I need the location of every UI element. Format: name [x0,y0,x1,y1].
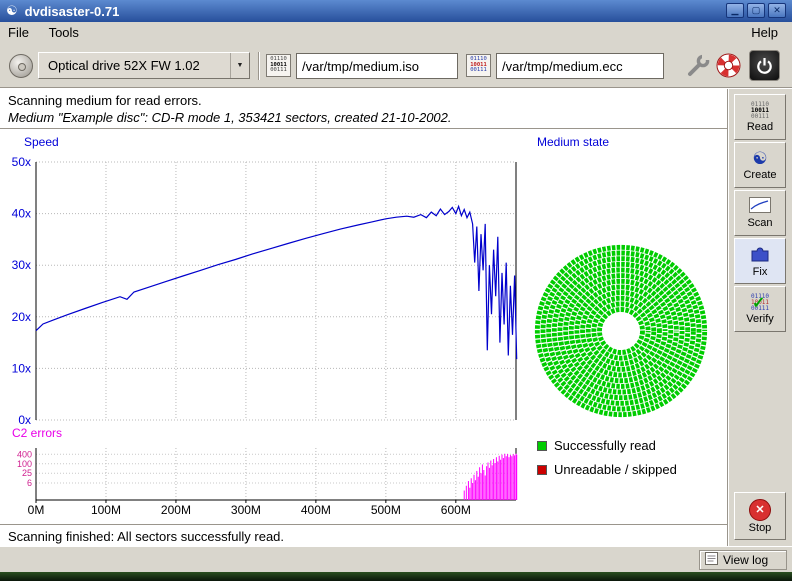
yin-yang-icon: ☯ [752,150,767,168]
stop-button[interactable]: ✕ Stop [734,492,786,540]
quit-power-button[interactable] [749,50,780,81]
legend-unreadable: Unreadable / skipped [537,462,677,477]
read-binary-icon: 01110 10011 00111 [751,102,769,120]
window-title: dvdisaster-0.71 [25,4,120,19]
legend-green-swatch [537,441,547,451]
view-log-label: View log [723,553,768,567]
legend-successfully-read: Successfully read [537,438,656,453]
medium-state-label: Medium state [537,135,609,149]
svg-text:400M: 400M [301,503,331,517]
drive-medium-icon[interactable] [9,54,33,78]
svg-text:10x: 10x [12,361,31,375]
toolbar-separator [258,52,260,80]
svg-text:20x: 20x [12,310,31,324]
fix-button[interactable]: Fix [734,238,786,284]
drive-select-value: Optical drive 52X FW 1.02 [48,58,200,73]
svg-text:40x: 40x [12,207,31,221]
chevron-down-icon: ▼ [230,53,249,78]
iso-image-icon: 01110 10011 00111 [266,54,291,77]
svg-text:0M: 0M [28,503,45,517]
medium-info-line: Medium "Example disc": CD-R mode 1, 3534… [8,110,452,125]
footer-separator [0,524,727,526]
toolbar: Optical drive 52X FW 1.02 ▼ 01110 10011 … [0,44,792,87]
speed-chart-label: Speed [24,135,59,149]
verify-check-icon: 01110 10011 00111 ✓ [747,294,773,312]
svg-text:6: 6 [27,478,32,488]
medium-state-disc [531,241,711,421]
svg-text:0x: 0x [18,413,31,427]
log-document-icon [705,552,718,568]
puzzle-piece-icon [749,244,771,265]
svg-text:500M: 500M [371,503,401,517]
statusbar: View log [0,546,792,572]
svg-text:600M: 600M [441,503,471,517]
svg-text:30x: 30x [12,258,31,272]
svg-text:50x: 50x [12,155,31,169]
create-button[interactable]: ☯ Create [734,142,786,188]
menu-file[interactable]: File [0,22,37,43]
stop-x-icon: ✕ [749,499,771,521]
titlebar[interactable]: ☯ dvdisaster-0.71 [0,0,792,22]
maximize-button[interactable]: ▢ [747,3,765,18]
header-separator [0,128,727,130]
menubar: File Tools Help [0,22,792,44]
ecc-file-icon: 01110 10011 00111 [466,54,491,77]
minimize-button[interactable]: ▁ [726,3,744,18]
scan-button[interactable]: Scan [734,190,786,236]
verify-button[interactable]: 01110 10011 00111 ✓ Verify [734,286,786,332]
svg-text:25: 25 [22,468,32,478]
desktop-strip [0,572,792,581]
ecc-path-input[interactable] [496,53,664,79]
c2-errors-label: C2 errors [12,426,62,440]
menu-help[interactable]: Help [743,22,786,43]
read-button[interactable]: 01110 10011 00111 Read [734,94,786,140]
footer-status-text: Scanning finished: All sectors successfu… [8,529,284,544]
menu-tools[interactable]: Tools [41,22,87,43]
svg-text:200M: 200M [161,503,191,517]
iso-path-input[interactable] [296,53,458,79]
scan-curve-icon [749,197,771,216]
drive-select[interactable]: Optical drive 52X FW 1.02 ▼ [38,52,250,79]
preferences-wrench-icon[interactable] [684,52,711,79]
scan-status-heading: Scanning medium for read errors. [8,93,202,108]
legend-red-swatch [537,465,547,475]
close-button[interactable]: ✕ [768,3,786,18]
app-yin-yang-icon: ☯ [6,0,18,22]
svg-text:100M: 100M [91,503,121,517]
speed-and-c2-charts: 0M 100M 200M 300M 400M 500M 600M 0x 10x 20x 30x 40x… [0,134,530,520]
dvdisaster-lifebuoy-icon[interactable] [715,52,742,79]
svg-text:300M: 300M [231,503,261,517]
view-log-button[interactable]: View log [699,550,787,570]
